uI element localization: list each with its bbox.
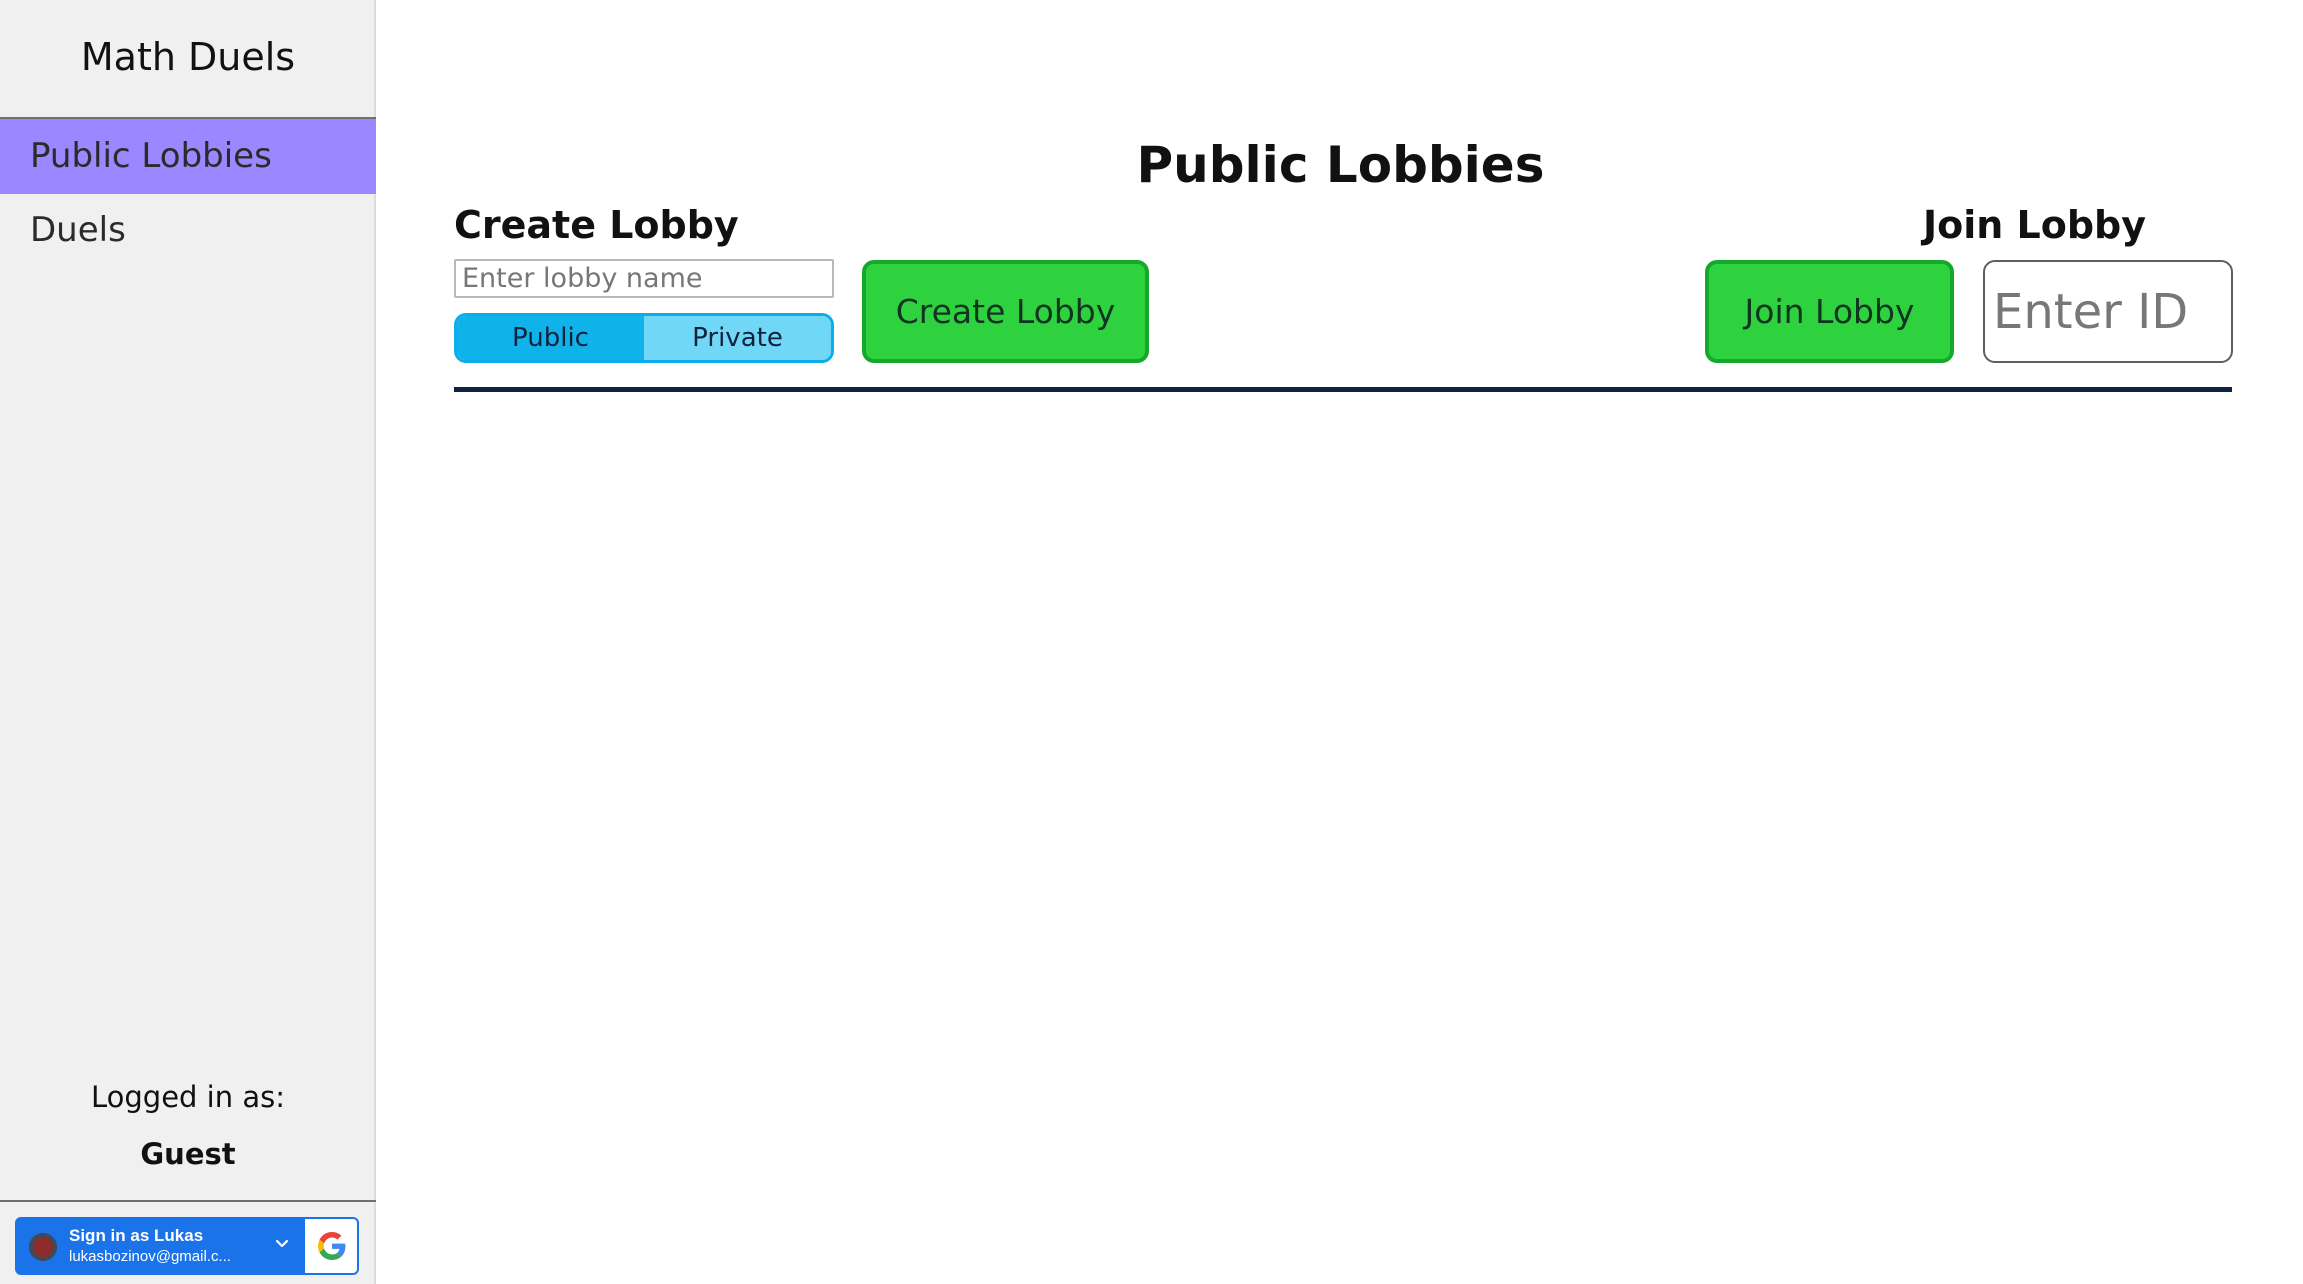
avatar [29, 1233, 57, 1261]
sidebar-item-public-lobbies[interactable]: Public Lobbies [0, 119, 376, 194]
google-logo-icon [318, 1232, 346, 1260]
sidebar-item-duels[interactable]: Duels [0, 193, 376, 268]
google-account-text: Sign in as Lukas lukasbozinov@gmail.c... [69, 1225, 267, 1267]
lobby-name-input[interactable] [454, 259, 834, 298]
app-title: Math Duels [80, 35, 296, 79]
sidebar-item-label: Public Lobbies [30, 136, 272, 176]
google-logo-box [303, 1219, 357, 1273]
create-lobby-button[interactable]: Create Lobby [862, 260, 1149, 363]
logged-in-user: Guest [140, 1137, 236, 1171]
main-content: Public Lobbies Create Lobby Public Priva… [378, 0, 2303, 1284]
sidebar: Math Duels Public Lobbies Duels Logged i… [0, 0, 376, 1284]
chevron-down-icon [275, 1239, 289, 1248]
create-lobby-heading: Create Lobby [454, 203, 739, 247]
sidebar-item-label: Duels [30, 210, 126, 250]
page-title: Public Lobbies [1136, 135, 1545, 194]
visibility-public-option[interactable]: Public [457, 316, 644, 360]
join-lobby-button[interactable]: Join Lobby [1705, 260, 1954, 363]
lobby-id-input[interactable] [1983, 260, 2233, 363]
visibility-private-label: Private [692, 323, 783, 353]
google-account-email: lukasbozinov@gmail.c... [69, 1248, 231, 1265]
google-sign-in-button[interactable]: Sign in as Lukas lukasbozinov@gmail.c... [15, 1217, 359, 1275]
logged-in-label: Logged in as: [91, 1080, 285, 1114]
lobby-list [454, 392, 2232, 1092]
google-sign-in-label: Sign in as Lukas [69, 1226, 204, 1245]
visibility-public-label: Public [512, 323, 589, 353]
sidebar-bottom-divider [0, 1200, 376, 1202]
join-lobby-heading: Join Lobby [1922, 203, 2146, 247]
visibility-toggle: Public Private [454, 313, 834, 363]
visibility-private-option[interactable]: Private [644, 316, 831, 360]
